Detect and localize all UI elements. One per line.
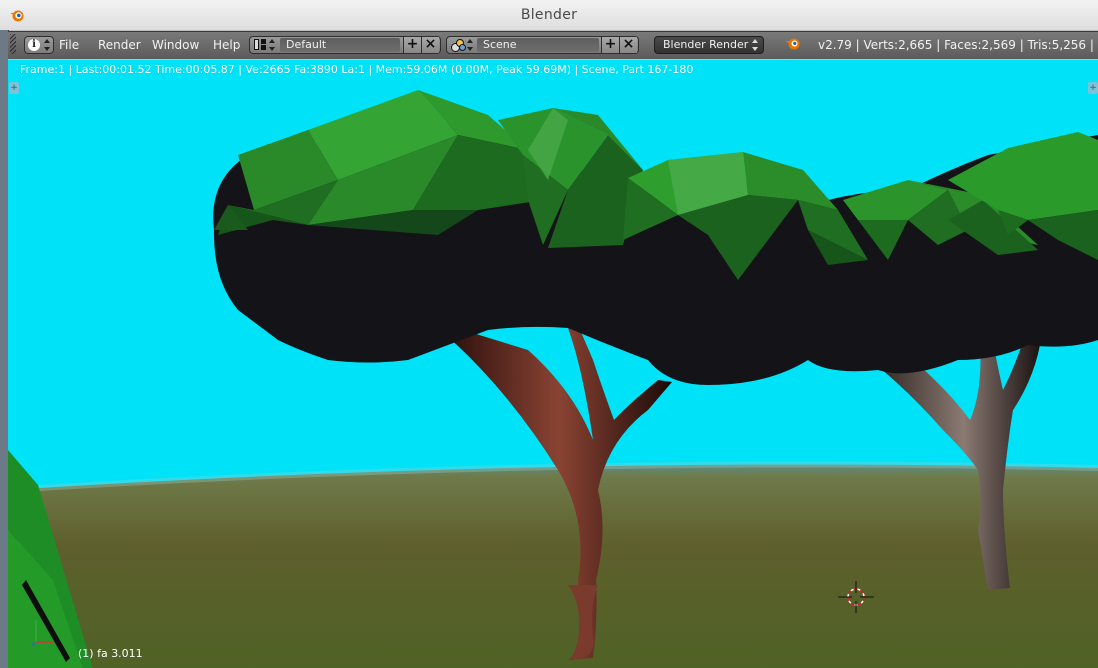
render-engine-label: Blender Render — [663, 38, 749, 51]
3d-viewport[interactable]: Frame:1 | Last:00:01.52 Time:00:05.87 | … — [8, 59, 1098, 668]
screen-layout-name[interactable]: Default — [280, 38, 400, 52]
scene-name[interactable]: Scene — [477, 38, 599, 52]
menu-render[interactable]: Render — [98, 38, 141, 52]
scene-icon — [451, 39, 466, 52]
properties-toggle[interactable]: + — [1088, 82, 1098, 94]
screen-layout-icon — [254, 39, 266, 50]
3d-cursor-icon[interactable] — [836, 580, 876, 620]
scene-selector[interactable]: Scene + × — [446, 36, 639, 54]
screen-layout-selector[interactable]: Default + × — [249, 36, 441, 54]
toolshelf-toggle[interactable]: + — [9, 82, 19, 94]
updown-arrows-icon — [269, 39, 275, 51]
window-title: Blender — [520, 7, 578, 23]
updown-arrows-icon — [467, 39, 473, 51]
scene-statistics: v2.79 | Verts:2,665 | Faces:2,569 | Tris… — [818, 38, 1098, 52]
rendered-scene — [8, 90, 1098, 668]
updown-arrows-icon — [752, 39, 758, 51]
remove-layout-button[interactable]: × — [421, 37, 439, 53]
menu-help[interactable]: Help — [213, 38, 240, 52]
info-icon: i — [28, 39, 40, 51]
editor-type-selector[interactable]: i — [24, 36, 54, 54]
window-titlebar: Blender — [0, 0, 1098, 31]
info-header: i File Render Window Help Default + × Sc… — [8, 32, 1098, 60]
menu-file[interactable]: File — [59, 38, 79, 52]
remove-scene-button[interactable]: × — [619, 37, 637, 53]
active-object-label: (1) fa 3.011 — [78, 647, 143, 660]
render-info-text: Frame:1 | Last:00:01.52 Time:00:05.87 | … — [20, 63, 694, 76]
area-corner-handle[interactable] — [10, 34, 16, 54]
add-layout-button[interactable]: + — [403, 37, 421, 53]
render-engine-icon — [785, 38, 800, 50]
updown-arrows-icon — [44, 39, 50, 51]
blender-window: Blender i File Render Window Help Defaul… — [0, 0, 1098, 668]
render-engine-dropdown[interactable]: Blender Render — [654, 36, 764, 54]
add-scene-button[interactable]: + — [601, 37, 619, 53]
menu-window[interactable]: Window — [152, 38, 199, 52]
view-axis-icon — [31, 620, 54, 647]
